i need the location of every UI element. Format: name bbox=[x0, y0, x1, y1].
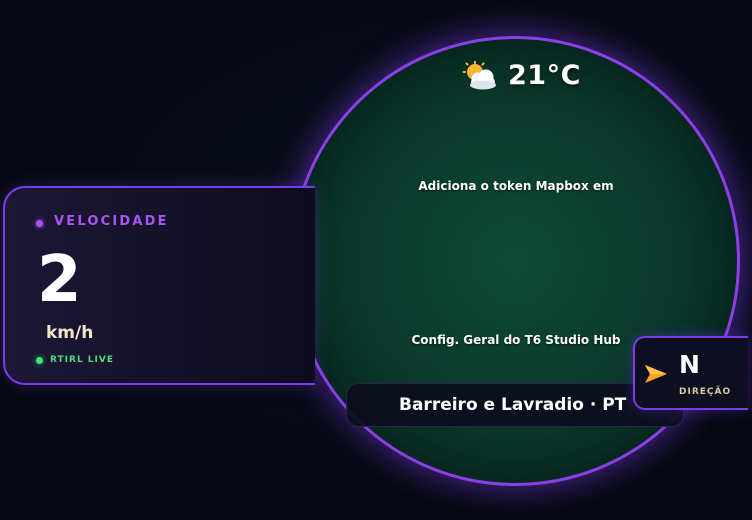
navigation-arrow-icon bbox=[645, 365, 667, 383]
temperature: 21°C bbox=[508, 60, 581, 91]
speed-value: 2 bbox=[37, 243, 82, 317]
location-label: Barreiro e Lavradio · PT bbox=[399, 395, 627, 415]
map-token-message-line-1: Adiciona o token Mapbox em bbox=[418, 179, 614, 193]
speed-indicator-dot bbox=[36, 220, 43, 227]
direction-label: DIREÇÃO bbox=[679, 387, 732, 397]
live-status-dot bbox=[36, 357, 43, 364]
overlay-stage: 21°C Adiciona o token Mapbox em Config. … bbox=[0, 0, 752, 520]
speed-unit: km/h bbox=[46, 323, 94, 343]
partly-cloudy-icon bbox=[462, 60, 496, 89]
live-status-label: RTIRL LIVE bbox=[50, 355, 115, 365]
direction-card: N DIREÇÃO bbox=[633, 336, 748, 410]
speed-title: VELOCIDADE bbox=[54, 214, 169, 229]
weather-widget: 21°C bbox=[462, 60, 581, 91]
map-token-message-line-2: Config. Geral do T6 Studio Hub bbox=[411, 333, 621, 347]
direction-heading: N bbox=[679, 350, 700, 379]
speed-card: VELOCIDADE 2 km/h RTIRL LIVE bbox=[3, 186, 315, 385]
